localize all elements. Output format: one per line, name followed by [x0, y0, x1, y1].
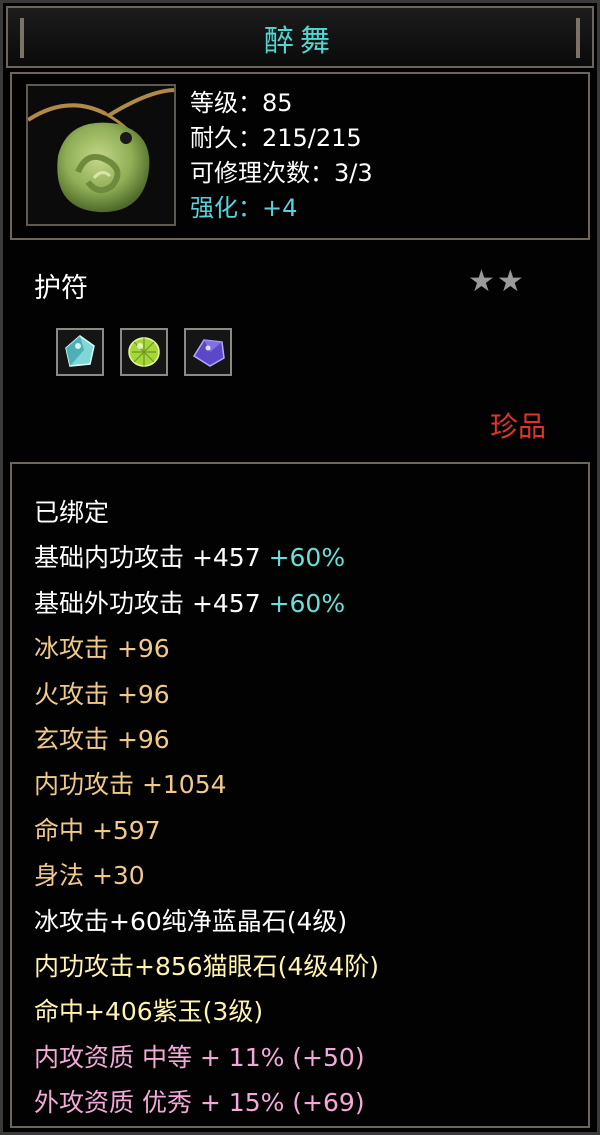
star-rating: ★★ — [468, 264, 526, 299]
item-level: 等级：85 — [190, 89, 293, 117]
item-name: 醉舞 — [264, 24, 336, 59]
title-bar: 醉舞 — [6, 6, 594, 68]
aqua-gem-icon — [56, 328, 104, 376]
item-info-panel: 等级：85 耐久：215/215 可修理次数：3/3 强化：+4 — [10, 72, 590, 240]
attr-inner-base: 基础内功攻击 +457 +60% — [34, 535, 379, 580]
gem-bonus-3: 命中+406紫玉(3级) — [34, 997, 264, 1027]
attr-hit: 命中 +597 — [34, 815, 161, 845]
rarity-label: 珍品 — [490, 410, 547, 443]
attr-inner-base-value: 基础内功攻击 +457 — [34, 543, 261, 573]
green-gem-icon — [120, 328, 168, 376]
attr-agility: 身法 +30 — [34, 861, 145, 891]
attr-outer-base-value: 基础外功攻击 +457 — [34, 588, 261, 618]
bound-status: 已绑定 — [34, 498, 110, 527]
item-type: 护符 — [34, 273, 88, 304]
item-enhance: 强化：+4 — [190, 194, 298, 222]
item-durability: 耐久：215/215 — [190, 124, 362, 152]
quality-outer: 外攻资质 优秀 + 15% (+69) — [34, 1088, 365, 1118]
attr-ice: 冰攻击 +96 — [34, 634, 170, 664]
quality-inner: 内攻资质 中等 + 11% (+50) — [34, 1042, 365, 1072]
purple-gem-icon — [184, 328, 232, 376]
gem-bonus-1: 冰攻击+60纯净蓝晶石(4级) — [34, 906, 348, 936]
attr-xuan: 玄攻击 +96 — [34, 725, 170, 755]
attr-inner-attack: 内功攻击 +1054 — [34, 770, 227, 800]
attr-fire: 火攻击 +96 — [34, 679, 170, 709]
amulet-icon — [26, 84, 176, 226]
gem-bonus-2: 内功攻击+856猫眼石(4级4阶) — [34, 952, 379, 982]
attr-outer-base-pct: +60% — [268, 588, 346, 618]
attr-outer-base: 基础外功攻击 +457 +60% — [34, 581, 379, 626]
attr-inner-base-pct: +60% — [268, 543, 346, 573]
item-repair-count: 可修理次数：3/3 — [190, 159, 373, 187]
